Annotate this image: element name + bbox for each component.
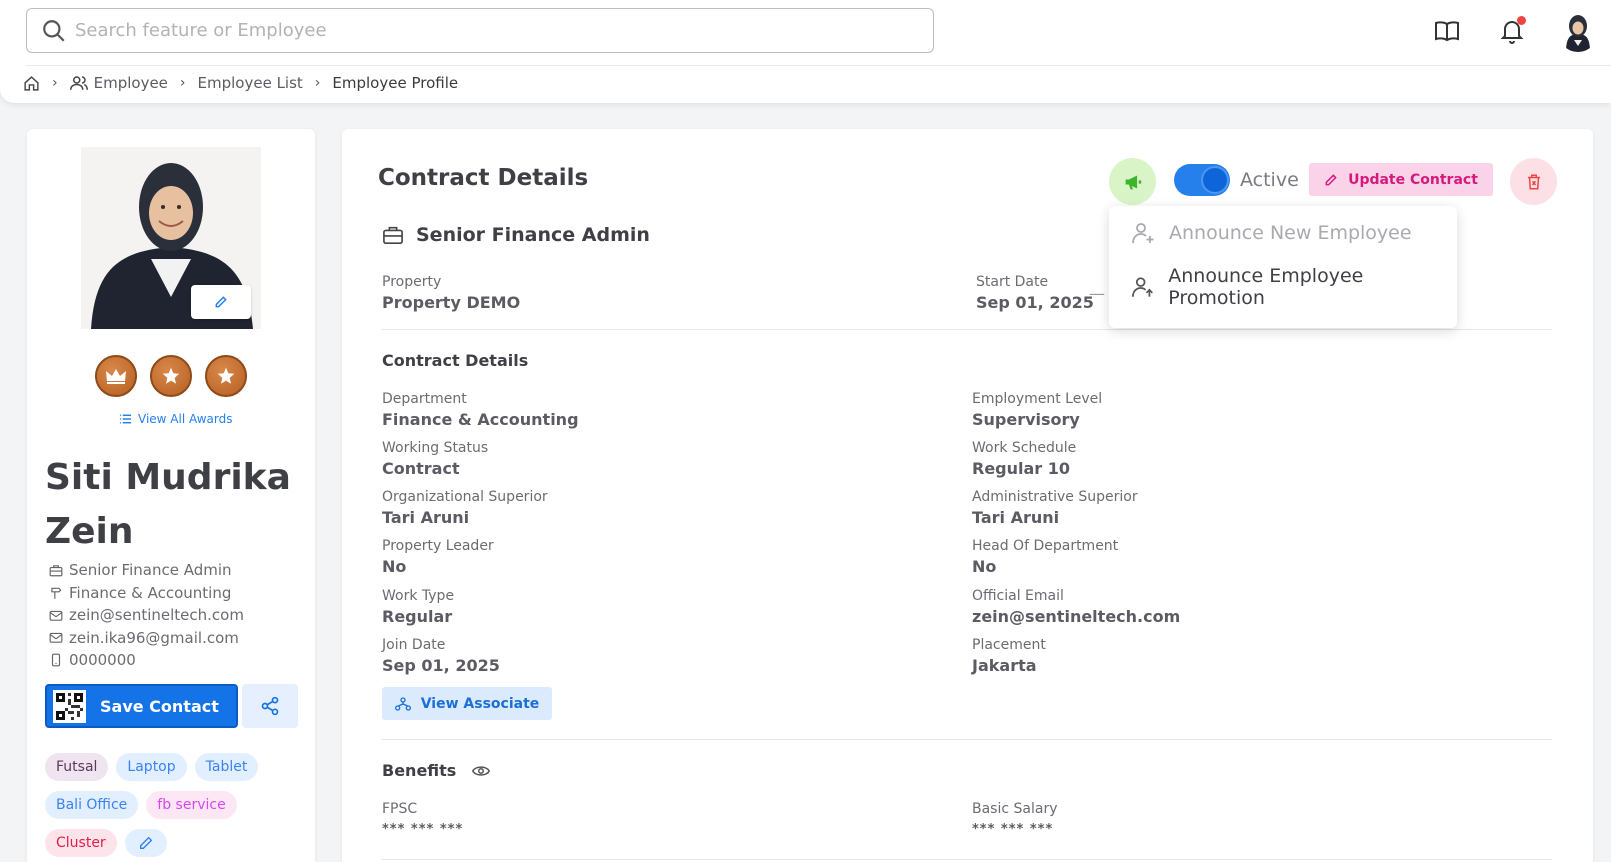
employee-name: Siti Mudrika Zein: [45, 457, 291, 552]
share-icon: [261, 696, 279, 716]
mail-icon: [49, 633, 63, 644]
department-field: Department Finance & Accounting: [382, 391, 579, 429]
tag-bali-office[interactable]: Bali Office: [45, 791, 139, 819]
property-field: Property Property DEMO: [382, 274, 521, 312]
star-award-icon[interactable]: [150, 355, 192, 397]
administrative-superior-field: Administrative Superior Tari Aruni: [972, 489, 1138, 527]
profile-card: View All Awards Siti Mudrika Zein Senior…: [27, 129, 315, 862]
notification-bell-icon[interactable]: [1495, 14, 1529, 48]
mail-check-icon: [49, 610, 63, 621]
update-contract-button[interactable]: Update Contract: [1309, 163, 1493, 196]
property-leader-field: Property Leader No: [382, 538, 494, 576]
date-range-dash: —: [1089, 284, 1105, 303]
contract-details-title: Contract Details: [378, 165, 589, 191]
pencil-icon: [215, 296, 227, 308]
hierarchy-icon: [394, 696, 411, 711]
chevron-right-icon: ›: [52, 75, 58, 91]
work-type-field: Work Type Regular: [382, 588, 455, 626]
edit-photo-button[interactable]: [191, 285, 251, 319]
awards-list: [95, 355, 247, 397]
announce-new-employee-item[interactable]: Announce New Employee: [1109, 206, 1457, 260]
info-personal-email: zein.ika96@gmail.com: [49, 627, 244, 650]
user-up-icon: [1132, 277, 1153, 297]
announce-dropdown: Announce New Employee Announce Employee …: [1109, 206, 1457, 328]
users-icon: [69, 76, 88, 90]
info-work-email: zein@sentineltech.com: [49, 604, 244, 627]
benefits-header: Benefits: [382, 761, 491, 780]
info-department: Finance & Accounting: [49, 582, 244, 605]
signpost-icon: [51, 587, 62, 599]
book-icon[interactable]: [1430, 14, 1464, 48]
work-schedule-field: Work Schedule Regular 10: [972, 440, 1077, 478]
briefcase-icon: [49, 565, 63, 577]
announce-button[interactable]: [1109, 158, 1156, 205]
tag-tablet[interactable]: Tablet: [194, 753, 259, 781]
list-icon: [119, 414, 132, 424]
view-associate-button[interactable]: View Associate: [382, 687, 552, 720]
active-toggle[interactable]: [1174, 164, 1230, 196]
chevron-right-icon: ›: [314, 75, 321, 91]
chevron-right-icon: ›: [179, 75, 186, 91]
tag-cluster[interactable]: Cluster: [45, 829, 117, 857]
search-box[interactable]: [26, 8, 934, 53]
megaphone-icon: [1125, 174, 1141, 189]
breadcrumb: › Employee › Employee List › Employee Pr…: [23, 74, 458, 92]
organizational-superior-field: Organizational Superior Tari Aruni: [382, 489, 548, 527]
divider: [382, 859, 1552, 860]
breadcrumb-employee[interactable]: Employee: [69, 74, 168, 92]
save-contact-button[interactable]: Save Contact: [45, 684, 238, 728]
basic-salary-field: Basic Salary *** *** ***: [972, 801, 1058, 837]
delete-contract-button[interactable]: [1510, 158, 1557, 205]
trash-icon: [1527, 174, 1540, 189]
breadcrumb-employee-profile: Employee Profile: [332, 74, 459, 92]
qr-code-icon: [53, 689, 86, 723]
top-bar: › Employee › Employee List › Employee Pr…: [0, 0, 1611, 103]
toggle-knob: [1203, 168, 1227, 192]
working-status-field: Working Status Contract: [382, 440, 489, 478]
position-title: Senior Finance Admin: [382, 224, 650, 246]
pencil-icon: [139, 836, 152, 849]
tag-list: Futsal Laptop Tablet Bali Office fb serv…: [45, 753, 307, 857]
start-date-field: Start Date Sep 01, 2025: [976, 274, 1094, 312]
share-button[interactable]: [242, 684, 298, 728]
user-avatar[interactable]: [1558, 12, 1598, 52]
edit-tags-button[interactable]: [124, 829, 167, 857]
top-divider: [26, 65, 1611, 66]
join-date-field: Join Date Sep 01, 2025: [382, 637, 500, 675]
search-icon: [43, 19, 65, 42]
search-input[interactable]: [75, 20, 895, 41]
eye-icon[interactable]: [472, 764, 491, 778]
info-position: Senior Finance Admin: [49, 559, 244, 582]
tag-futsal[interactable]: Futsal: [45, 753, 109, 781]
divider: [382, 329, 1552, 330]
tag-fb-service[interactable]: fb service: [146, 791, 237, 819]
briefcase-icon: [383, 226, 403, 244]
contact-info: Senior Finance Admin Finance & Accountin…: [49, 559, 244, 672]
divider: [382, 739, 1552, 740]
home-icon[interactable]: [23, 75, 40, 92]
tag-laptop[interactable]: Laptop: [116, 753, 187, 781]
notification-dot: [1517, 16, 1526, 25]
info-phone: 0000000: [49, 649, 244, 672]
placement-field: Placement Jakarta: [972, 637, 1046, 675]
announce-employee-promotion-item[interactable]: Announce Employee Promotion: [1109, 260, 1457, 314]
user-plus-icon: [1132, 223, 1154, 244]
benefits-title: Benefits: [382, 761, 457, 780]
pencil-icon: [1325, 173, 1337, 185]
active-label: Active: [1240, 169, 1299, 191]
head-of-department-field: Head Of Department No: [972, 538, 1119, 576]
view-all-awards-link[interactable]: View All Awards: [119, 412, 232, 426]
breadcrumb-employee-list[interactable]: Employee List: [198, 74, 303, 92]
star-award-icon[interactable]: [205, 355, 247, 397]
crown-award-icon[interactable]: [95, 355, 137, 397]
fpsc-field: FPSC *** *** ***: [382, 801, 464, 837]
official-email-field: Official Email zein@sentineltech.com: [972, 588, 1181, 626]
phone-icon: [51, 653, 61, 667]
contract-section-title: Contract Details: [382, 351, 529, 370]
employment-level-field: Employment Level Supervisory: [972, 391, 1103, 429]
